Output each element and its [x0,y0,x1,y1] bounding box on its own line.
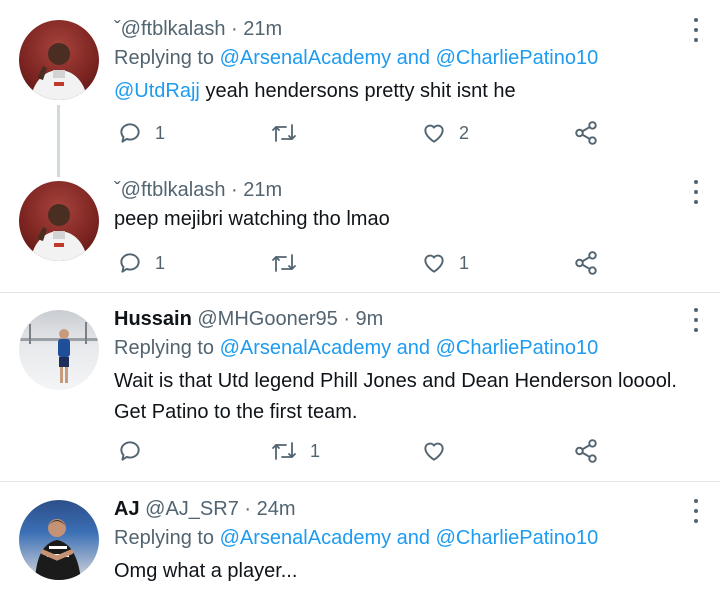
like-button[interactable]: 2 [421,120,469,146]
mention-utdrajj[interactable]: @UtdRajj [114,80,200,102]
mention-charliepatino10[interactable]: @CharliePatino10 [436,527,599,549]
mention-charliepatino10[interactable]: @CharliePatino10 [436,47,599,69]
replying-to-label: Replying to [114,47,215,69]
share-button[interactable] [573,438,599,464]
tweet-text: @UtdRajj yeah hendersons pretty shit isn… [114,76,516,107]
heart-icon [424,442,444,461]
mention-join[interactable]: and [397,337,430,359]
like-button[interactable]: 1 [421,250,469,276]
avatar[interactable] [19,500,99,580]
separator-dot: · [244,498,257,520]
mention-join[interactable]: and [397,527,430,549]
thread-connector [57,105,60,177]
player-photo [35,519,81,580]
share-button[interactable] [573,120,599,146]
share-icon [575,121,597,145]
tweet-2[interactable]: ˇ@ftblkalash · 21m peep mejibri watching… [0,170,720,292]
tweet-body-line-2: Get Patino to the first team. [114,401,358,423]
display-name[interactable]: AJ [114,498,140,520]
tweet-body-line-1: Wait is that Utd legend Phill Jones and … [114,370,677,392]
retweet-icon [272,124,296,142]
more-vertical-icon[interactable] [688,308,704,332]
player-photo [31,43,87,100]
share-icon [575,439,597,463]
like-count: 2 [459,122,470,143]
reply-icon [120,253,140,273]
player-photo [19,322,99,383]
separator-dot: · [231,18,244,40]
heart-icon [424,124,444,143]
reply-count: 1 [155,122,166,143]
like-button[interactable] [421,438,459,464]
reply-button[interactable] [117,438,155,464]
tweet-body: peep mejibri watching tho lmao [114,208,390,230]
tweet-text: peep mejibri watching tho lmao [114,204,390,235]
user-handle[interactable]: @AJ_SR7 [145,498,239,520]
avatar[interactable] [19,310,99,390]
timestamp[interactable]: 21m [243,179,282,201]
separator-dot: · [343,308,356,330]
reply-button[interactable]: 1 [117,120,165,146]
tweet-1[interactable]: ˇ@ftblkalash · 21m Replying to @ArsenalA… [0,0,720,177]
tweet-3[interactable]: Hussain @MHGooner95 · 9m Replying to @Ar… [0,293,720,481]
tweet-header: AJ @AJ_SR7 · 24m [114,498,296,521]
avatar[interactable] [19,20,99,100]
replying-to-label: Replying to [114,527,215,549]
user-handle[interactable]: ˇ@ftblkalash [114,18,225,40]
user-handle[interactable]: ˇ@ftblkalash [114,179,225,201]
user-handle[interactable]: @MHGooner95 [197,308,337,330]
timestamp[interactable]: 21m [243,18,282,40]
display-name[interactable]: Hussain [114,308,192,330]
replying-to: Replying to @ArsenalAcademy and @Charlie… [114,337,598,360]
tweet-header: ˇ@ftblkalash · 21m [114,18,282,41]
more-vertical-icon[interactable] [688,18,704,42]
reply-icon [120,441,140,461]
timestamp[interactable]: 24m [257,498,296,520]
replying-to-label: Replying to [114,337,215,359]
tweet-header: ˇ@ftblkalash · 21m [114,179,282,202]
avatar[interactable] [19,181,99,261]
timestamp[interactable]: 9m [356,308,384,330]
like-count: 1 [459,252,470,273]
reply-button[interactable]: 1 [117,250,165,276]
retweet-icon [272,254,296,272]
more-vertical-icon[interactable] [688,499,704,523]
retweet-button[interactable] [270,250,310,276]
share-icon [575,251,597,275]
share-button[interactable] [573,250,599,276]
mention-charliepatino10[interactable]: @CharliePatino10 [436,337,599,359]
mention-arsenalacademy[interactable]: @ArsenalAcademy [220,47,391,69]
replying-to: Replying to @ArsenalAcademy and @Charlie… [114,47,598,70]
heart-icon [424,254,444,273]
tweet-header: Hussain @MHGooner95 · 9m [114,308,383,331]
mention-join[interactable]: and [397,47,430,69]
reply-count: 1 [155,252,166,273]
retweet-count: 1 [310,440,321,461]
tweet-text: Wait is that Utd legend Phill Jones and … [114,366,677,428]
mention-arsenalacademy[interactable]: @ArsenalAcademy [220,527,391,549]
player-photo [31,204,87,261]
retweet-button[interactable]: 1 [270,438,320,464]
tweet-text: Omg what a player... [114,556,297,587]
retweet-icon [272,442,296,460]
separator-dot: · [231,179,244,201]
tweet-body: Omg what a player... [114,560,298,582]
retweet-button[interactable] [270,120,310,146]
tweet-4[interactable]: AJ @AJ_SR7 · 24m Replying to @ArsenalAca… [0,482,720,589]
tweet-body: yeah hendersons pretty shit isnt he [205,80,516,102]
more-vertical-icon[interactable] [688,180,704,204]
replying-to: Replying to @ArsenalAcademy and @Charlie… [114,527,598,550]
reply-icon [120,123,140,143]
mention-arsenalacademy[interactable]: @ArsenalAcademy [220,337,391,359]
